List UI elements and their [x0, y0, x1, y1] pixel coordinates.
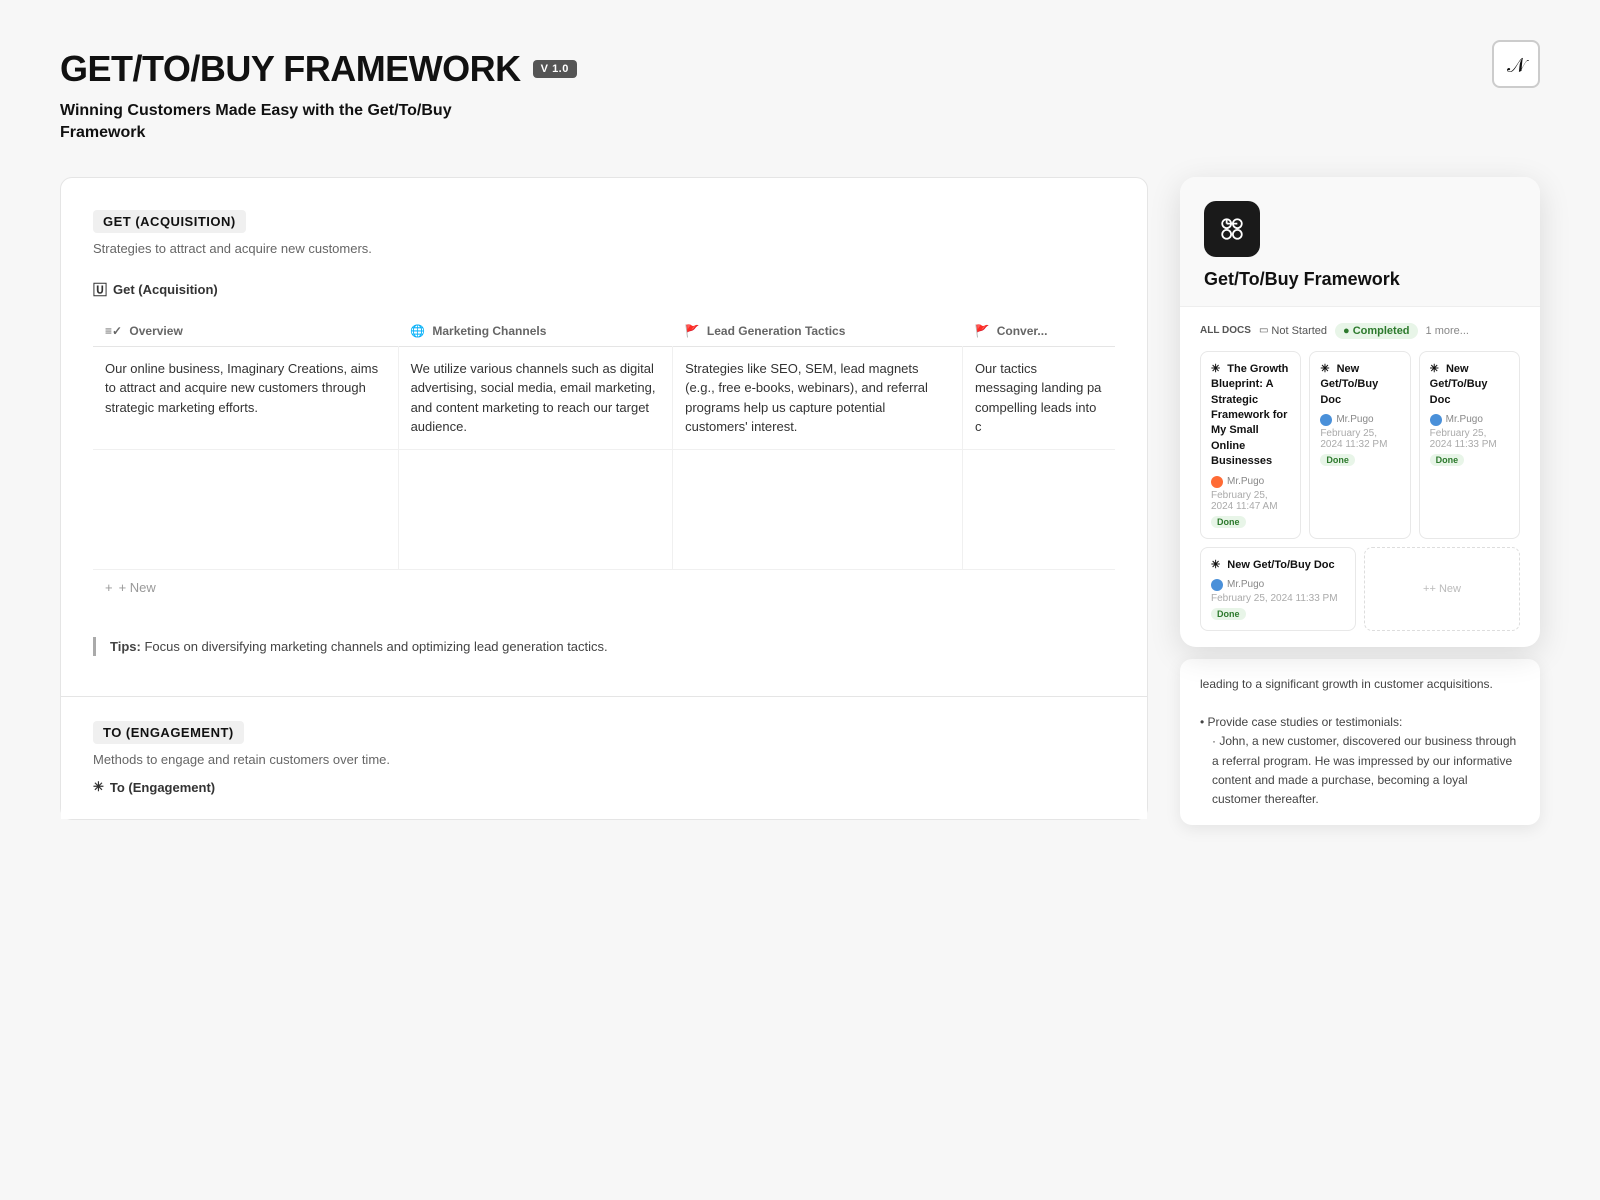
- header-area: GET/TO/BUY FRAMEWORK V 1.0 Winning Custo…: [60, 48, 1540, 145]
- card-top: Get/To/Buy Framework: [1180, 177, 1540, 307]
- text-card: leading to a significant growth in custo…: [1180, 659, 1540, 825]
- plus-icon: +: [105, 580, 113, 595]
- version-badge: V 1.0: [533, 60, 577, 78]
- doc-4-title: ✳ New Get/To/Buy Doc: [1211, 558, 1345, 573]
- get-section-tag: GET (ACQUISITION): [93, 210, 246, 233]
- doc-4-status: Done: [1211, 608, 1246, 620]
- doc-4-avatar: [1211, 579, 1223, 591]
- cell-conversion: Our tactics messaging landing pa compell…: [962, 346, 1115, 449]
- subtitle: Winning Customers Made Easy with the Get…: [60, 100, 480, 145]
- main-content: GET (ACQUISITION) Strategies to attract …: [60, 177, 1540, 825]
- get-table: ≡✓ Overview 🌐 Marketing Channels 🚩 Lead …: [93, 316, 1115, 570]
- doc-4-meta: Mr.Pugo: [1211, 579, 1345, 591]
- new-card-button[interactable]: + + New: [1364, 547, 1520, 631]
- svg-text:𝒩: 𝒩: [1507, 55, 1529, 77]
- cell-marketing: We utilize various channels such as digi…: [398, 346, 673, 449]
- doc-card-4[interactable]: ✳ New Get/To/Buy Doc Mr.Pugo February 25…: [1200, 547, 1356, 631]
- doc-card-1[interactable]: ✳ The Growth Blueprint: A Strategic Fram…: [1200, 351, 1301, 539]
- tips-text: Focus on diversifying marketing channels…: [144, 639, 607, 654]
- col-overview: ≡✓ Overview: [93, 316, 398, 347]
- to-section: TO (ENGAGEMENT) Methods to engage and re…: [61, 696, 1147, 819]
- db-view-label: 🅄 Get (Acquisition): [93, 280, 1115, 300]
- doc-3-avatar: [1430, 414, 1442, 426]
- doc-2-status: Done: [1320, 454, 1355, 466]
- cell-overview: Our online business, Imaginary Creations…: [93, 346, 398, 449]
- app-icon: [1204, 201, 1260, 257]
- completed-filter[interactable]: ● Completed: [1335, 323, 1418, 339]
- to-section-tag: TO (ENGAGEMENT): [93, 721, 244, 744]
- col-marketing: 🌐 Marketing Channels: [398, 316, 673, 347]
- filter-row: ALL DOCS ▭ Not Started ● Completed 1 mor…: [1200, 323, 1520, 339]
- all-docs-filter[interactable]: ALL DOCS: [1200, 325, 1251, 336]
- to-section-desc: Methods to engage and retain customers o…: [93, 752, 1115, 767]
- doc-2-title: ✳ New Get/To/Buy Doc: [1320, 362, 1399, 408]
- to-view-icon: ✳: [93, 779, 104, 795]
- doc-grid-bottom: ✳ New Get/To/Buy Doc Mr.Pugo February 25…: [1200, 547, 1520, 631]
- text-card-p3: · John, a new customer, discovered our b…: [1212, 732, 1520, 809]
- doc-1-meta: Mr.Pugo: [1211, 476, 1290, 488]
- doc-2-avatar: [1320, 414, 1332, 426]
- doc-1-avatar: [1211, 476, 1223, 488]
- doc-1-status: Done: [1211, 516, 1246, 528]
- new-row-button[interactable]: + + New: [93, 570, 1115, 605]
- more-filter[interactable]: 1 more...: [1426, 325, 1469, 337]
- doc-card-3[interactable]: ✳ New Get/To/Buy Doc Mr.Pugo February 25…: [1419, 351, 1520, 539]
- new-card-label: + New: [1429, 583, 1461, 595]
- not-started-icon: ▭: [1259, 325, 1268, 336]
- right-panel: Get/To/Buy Framework ALL DOCS ▭ Not Star…: [1180, 177, 1540, 825]
- table-row: Our online business, Imaginary Creations…: [93, 346, 1115, 449]
- empty-row: [93, 449, 1115, 569]
- doc-3-meta: Mr.Pugo: [1430, 414, 1509, 426]
- col-conversion: 🚩 Conver...: [962, 316, 1115, 347]
- tips-block: Tips: Focus on diversifying marketing ch…: [93, 637, 1115, 657]
- get-section-header: GET (ACQUISITION) Strategies to attract …: [93, 210, 1115, 256]
- tips-label: Tips:: [110, 639, 141, 654]
- col-lead-gen: 🚩 Lead Generation Tactics: [673, 316, 963, 347]
- doc-2-meta: Mr.Pugo: [1320, 414, 1399, 426]
- to-view-label: ✳ To (Engagement): [93, 779, 1115, 795]
- doc-3-date: February 25, 2024 11:33 PM: [1430, 428, 1509, 450]
- notion-icon: 𝒩: [1492, 40, 1540, 88]
- get-section-desc: Strategies to attract and acquire new cu…: [93, 241, 1115, 256]
- doc-card-2[interactable]: ✳ New Get/To/Buy Doc Mr.Pugo February 25…: [1309, 351, 1410, 539]
- text-card-p2: • Provide case studies or testimonials:: [1200, 713, 1520, 732]
- db-view-name: Get (Acquisition): [113, 282, 218, 297]
- cell-lead-gen: Strategies like SEO, SEM, lead magnets (…: [673, 346, 963, 449]
- framework-card: Get/To/Buy Framework ALL DOCS ▭ Not Star…: [1180, 177, 1540, 647]
- completed-icon: ●: [1343, 325, 1350, 337]
- text-card-p1: leading to a significant growth in custo…: [1200, 675, 1520, 694]
- doc-3-status: Done: [1430, 454, 1465, 466]
- not-started-filter[interactable]: ▭ Not Started: [1259, 325, 1327, 337]
- card-body: ALL DOCS ▭ Not Started ● Completed 1 mor…: [1180, 307, 1540, 647]
- doc-grid-top: ✳ The Growth Blueprint: A Strategic Fram…: [1200, 351, 1520, 539]
- card-title: Get/To/Buy Framework: [1204, 269, 1516, 290]
- doc-1-title: ✳ The Growth Blueprint: A Strategic Fram…: [1211, 362, 1290, 470]
- main-title: GET/TO/BUY FRAMEWORK: [60, 48, 521, 90]
- doc-1-date: February 25, 2024 11:47 AM: [1211, 490, 1290, 512]
- doc-3-title: ✳ New Get/To/Buy Doc: [1430, 362, 1509, 408]
- left-panel: GET (ACQUISITION) Strategies to attract …: [60, 177, 1148, 821]
- doc-2-date: February 25, 2024 11:32 PM: [1320, 428, 1399, 450]
- doc-4-date: February 25, 2024 11:33 PM: [1211, 593, 1345, 604]
- db-view-icon: 🅄: [93, 280, 107, 300]
